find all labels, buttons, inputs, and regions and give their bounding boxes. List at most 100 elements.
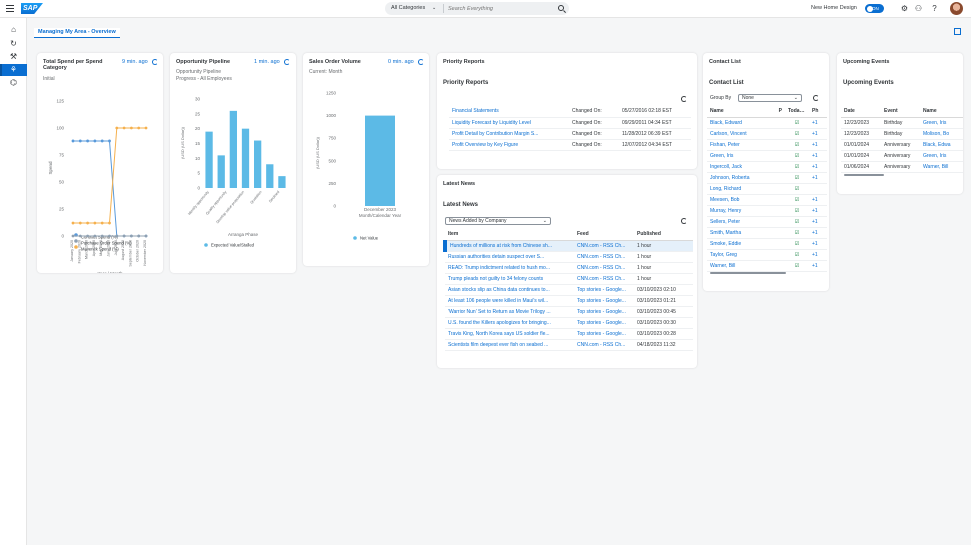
contact-phone[interactable]: +1 bbox=[809, 260, 827, 272]
contact-phone[interactable]: +1 bbox=[809, 117, 827, 129]
report-link[interactable]: Profit Detail by Contribution Margin S..… bbox=[449, 128, 569, 140]
horizontal-scrollbar[interactable] bbox=[844, 174, 884, 176]
contact-phone[interactable]: +1 bbox=[809, 150, 827, 162]
home-icon[interactable]: ⌂ bbox=[0, 24, 27, 36]
column-header-today[interactable]: Today'... bbox=[785, 106, 809, 118]
check-icon[interactable]: ☑ bbox=[785, 172, 809, 184]
report-link[interactable]: Profit Overview by Key Figure bbox=[449, 139, 569, 151]
contact-name-link[interactable]: Black, Edward bbox=[707, 117, 763, 129]
event-name-link[interactable]: Green, Iris bbox=[920, 117, 963, 129]
reports-icon[interactable]: ⚒ bbox=[0, 51, 27, 63]
check-icon[interactable]: ☑ bbox=[785, 139, 809, 151]
table-row[interactable]: Financial Statements Changed On: 05/27/201… bbox=[449, 106, 691, 118]
contact-name-link[interactable]: Meesen, Bob bbox=[707, 194, 763, 206]
table-row[interactable]: Green, Iris ☑ +1 bbox=[707, 150, 827, 162]
column-header-item[interactable]: Item bbox=[445, 229, 574, 241]
check-icon[interactable]: ☑ bbox=[785, 161, 809, 173]
sap-logo[interactable]: SAP bbox=[21, 3, 43, 14]
refresh-icon[interactable] bbox=[681, 218, 687, 224]
table-row[interactable]: 01/01/2024 Anniversary Green, Iris bbox=[841, 150, 963, 162]
table-row[interactable]: Warner, Bill ☑ +1 bbox=[707, 260, 827, 272]
pipeline-card[interactable]: Opportunity Pipeline Opportunity Pipelin… bbox=[170, 53, 296, 273]
column-header-name[interactable]: Name bbox=[707, 106, 763, 118]
news-feed[interactable]: CNN.com - RSS Ch... bbox=[574, 339, 634, 351]
table-row[interactable]: At least 106 people were killed in Maui'… bbox=[445, 295, 693, 307]
check-icon[interactable]: ☑ bbox=[785, 227, 809, 239]
check-icon[interactable]: ☑ bbox=[785, 249, 809, 261]
table-row[interactable]: Johnson, Roberta ☑ +1 bbox=[707, 172, 827, 184]
upcoming-events-card[interactable]: Upcoming Events Upcoming Events Date Eve… bbox=[837, 53, 963, 194]
notification-icon[interactable]: ⚙ bbox=[900, 4, 909, 13]
column-header-feed[interactable]: Feed bbox=[574, 229, 634, 241]
priority-reports-card[interactable]: Priority Reports Priority Reports Financ… bbox=[437, 53, 697, 169]
contact-name-link[interactable]: Ingercoll, Jack bbox=[707, 161, 763, 173]
table-row[interactable]: 12/23/2023 Birthday Molison, Bo bbox=[841, 128, 963, 140]
search-input[interactable] bbox=[448, 3, 548, 14]
news-item-link[interactable]: Asian stocks slip as China data continue… bbox=[445, 284, 574, 296]
report-link[interactable]: Liquidity Forecast by Liquidity Level bbox=[449, 117, 569, 129]
column-header-p[interactable]: P bbox=[763, 106, 785, 118]
news-feed[interactable]: Top stories - Google... bbox=[574, 328, 634, 340]
news-feed[interactable]: CNN.com - RSS Ch... bbox=[574, 240, 634, 252]
contact-phone[interactable]: +1 bbox=[809, 161, 827, 173]
news-item-link[interactable]: READ: Trump indictment related to hush m… bbox=[445, 262, 574, 274]
contact-name-link[interactable]: Taylor, Greg bbox=[707, 249, 763, 261]
news-feed[interactable]: Top stories - Google... bbox=[574, 295, 634, 307]
column-header-published[interactable]: Published bbox=[634, 229, 693, 241]
news-feed[interactable]: Top stories - Google... bbox=[574, 317, 634, 329]
table-row[interactable]: Murray, Henry ☑ +1 bbox=[707, 205, 827, 217]
news-item-link[interactable]: At least 106 people were killed in Maui'… bbox=[445, 295, 574, 307]
table-row[interactable]: 01/01/2024 Anniversary Black, Edwa bbox=[841, 139, 963, 151]
table-row[interactable]: Profit Overview by Key Figure Changed On:… bbox=[449, 139, 691, 151]
news-feed[interactable]: Top stories - Google... bbox=[574, 284, 634, 296]
menu-icon[interactable] bbox=[6, 5, 14, 12]
contact-phone[interactable]: +1 bbox=[809, 216, 827, 228]
new-home-design-toggle[interactable]: ON bbox=[865, 4, 884, 13]
check-icon[interactable]: ☑ bbox=[785, 205, 809, 217]
search-icon[interactable] bbox=[558, 5, 564, 11]
contact-name-link[interactable]: Long, Richard bbox=[707, 183, 763, 195]
contact-name-link[interactable]: Smoke, Eddie bbox=[707, 238, 763, 250]
contact-name-link[interactable]: Green, Iris bbox=[707, 150, 763, 162]
contact-name-link[interactable]: Fishan, Peter bbox=[707, 139, 763, 151]
column-header-date[interactable]: Date bbox=[841, 106, 881, 118]
user-switch-icon[interactable]: ⚇ bbox=[914, 4, 923, 13]
contact-phone[interactable]: +1 bbox=[809, 227, 827, 239]
my-area-icon[interactable]: ⚘ bbox=[0, 64, 27, 76]
organization-icon[interactable]: ⌬ bbox=[0, 77, 27, 89]
news-item-link[interactable]: U.S. found the Killers apologizes for br… bbox=[445, 317, 574, 329]
table-row[interactable]: 01/06/2024 Anniversary Warner, Bill bbox=[841, 161, 963, 173]
avatar[interactable] bbox=[950, 2, 963, 15]
table-row[interactable]: Travis King, North Korea says US soldier… bbox=[445, 328, 693, 340]
contact-name-link[interactable]: Smith, Martha bbox=[707, 227, 763, 239]
table-row[interactable]: Black, Edward ☑ +1 bbox=[707, 117, 827, 129]
table-row[interactable]: U.S. found the Killers apologizes for br… bbox=[445, 317, 693, 329]
latest-news-card[interactable]: Latest News Latest News News Added by Co… bbox=[437, 175, 697, 368]
news-feed[interactable]: CNN.com - RSS Ch... bbox=[574, 251, 634, 263]
check-icon[interactable]: ☑ bbox=[785, 216, 809, 228]
contact-phone[interactable]: +1 bbox=[809, 238, 827, 250]
check-icon[interactable]: ☑ bbox=[785, 128, 809, 140]
search-category-select[interactable]: All Categories bbox=[391, 5, 425, 11]
sales-card[interactable]: Sales Order Volume Current: Month 0 min.… bbox=[303, 53, 429, 266]
refresh-icon[interactable] bbox=[813, 95, 819, 101]
news-item-link[interactable]: Trump pleads not guilty to 34 felony cou… bbox=[445, 273, 574, 285]
contact-list-card[interactable]: Contact List Contact List Group By None … bbox=[703, 53, 829, 291]
contact-name-link[interactable]: Murray, Henry bbox=[707, 205, 763, 217]
contact-phone[interactable]: +1 bbox=[809, 139, 827, 151]
contact-name-link[interactable]: Johnson, Roberta bbox=[707, 172, 763, 184]
table-row[interactable]: Ingercoll, Jack ☑ +1 bbox=[707, 161, 827, 173]
refresh-nav-icon[interactable]: ↻ bbox=[0, 38, 27, 50]
table-row[interactable]: 'Warrior Nun' Set to Return as Movie Tri… bbox=[445, 306, 693, 318]
refresh-icon[interactable] bbox=[681, 96, 687, 102]
contact-phone[interactable]: +1 bbox=[809, 128, 827, 140]
column-header-phone[interactable]: Ph bbox=[809, 106, 827, 118]
table-row[interactable]: Fishan, Peter ☑ +1 bbox=[707, 139, 827, 151]
check-icon[interactable]: ☑ bbox=[785, 260, 809, 272]
check-icon[interactable]: ☑ bbox=[785, 194, 809, 206]
contact-name-link[interactable]: Warner, Bill bbox=[707, 260, 763, 272]
news-item-link[interactable]: Scientists film deepest ever fish on sea… bbox=[445, 339, 574, 351]
column-header-event[interactable]: Event bbox=[881, 106, 920, 118]
table-row[interactable]: Sellers, Peter ☑ +1 bbox=[707, 216, 827, 228]
contact-phone[interactable] bbox=[809, 183, 827, 195]
